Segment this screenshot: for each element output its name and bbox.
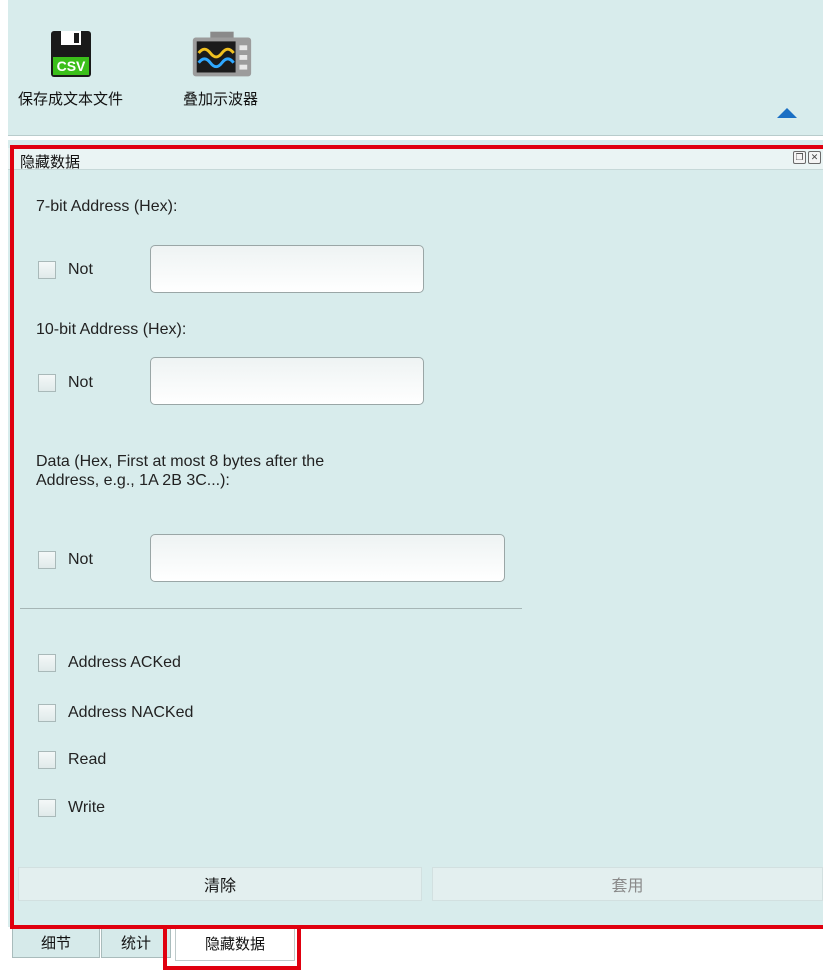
address-acked-label: Address ACKed <box>68 654 181 671</box>
clear-button[interactable]: 清除 <box>18 867 422 901</box>
addr10-not-label: Not <box>68 374 93 391</box>
tab-details[interactable]: 细节 <box>12 927 100 958</box>
separator <box>20 608 522 609</box>
addr10-not-checkbox-box[interactable] <box>38 374 56 392</box>
hidden-data-panel: 隐藏数据 ❐ ✕ 7-bit Address (Hex): Not 10-bit… <box>8 140 823 929</box>
floppy-csv-icon: CSV <box>37 22 105 88</box>
read-checkbox-box[interactable] <box>38 751 56 769</box>
float-panel-icon[interactable]: ❐ <box>793 151 806 164</box>
oscilloscope-icon <box>187 22 255 88</box>
overlay-oscilloscope-button[interactable]: 叠加示波器 <box>183 22 258 109</box>
tab-hidden-data[interactable]: 隐藏数据 <box>175 927 295 961</box>
svg-text:CSV: CSV <box>56 58 85 74</box>
action-bar: 清除 套用 <box>8 862 823 902</box>
data-label: Data (Hex, First at most 8 bytes after t… <box>36 452 324 490</box>
read-checkbox[interactable]: Read <box>38 751 106 769</box>
apply-button[interactable]: 套用 <box>432 867 823 901</box>
address-nacked-checkbox-box[interactable] <box>38 704 56 722</box>
address-acked-checkbox-box[interactable] <box>38 654 56 672</box>
data-label-line2: Address, e.g., 1A 2B 3C...): <box>36 472 230 489</box>
save-as-text-file-label: 保存成文本文件 <box>18 91 124 108</box>
data-not-checkbox[interactable]: Not <box>38 551 93 569</box>
addr7-not-label: Not <box>68 261 93 278</box>
addr10-input[interactable] <box>150 357 424 405</box>
write-label: Write <box>68 799 106 816</box>
toolbar: CSV 保存成文本文件 叠加示波器 <box>8 0 823 136</box>
addr7-not-checkbox[interactable]: Not <box>38 261 93 279</box>
collapse-toolbar-arrow-icon[interactable] <box>777 108 797 118</box>
tab-statistics[interactable]: 统计 <box>101 927 171 958</box>
addr7-label: 7-bit Address (Hex): <box>36 198 178 215</box>
addr10-label: 10-bit Address (Hex): <box>36 321 187 338</box>
address-nacked-label: Address NACKed <box>68 704 194 721</box>
write-checkbox[interactable]: Write <box>38 799 105 817</box>
panel-header: 隐藏数据 ❐ ✕ <box>8 148 823 171</box>
save-as-text-file-button[interactable]: CSV 保存成文本文件 <box>18 22 123 109</box>
close-panel-icon[interactable]: ✕ <box>808 151 821 164</box>
address-nacked-checkbox[interactable]: Address NACKed <box>38 704 193 722</box>
tab-bar: 细节 统计 隐藏数据 <box>8 927 823 974</box>
data-input[interactable] <box>150 534 505 582</box>
data-not-label: Not <box>68 551 93 568</box>
read-label: Read <box>68 751 107 768</box>
addr7-not-checkbox-box[interactable] <box>38 261 56 279</box>
write-checkbox-box[interactable] <box>38 799 56 817</box>
overlay-oscilloscope-label: 叠加示波器 <box>183 91 259 108</box>
addr10-not-checkbox[interactable]: Not <box>38 374 93 392</box>
panel-header-icons: ❐ ✕ <box>793 151 821 164</box>
data-label-line1: Data (Hex, First at most 8 bytes after t… <box>36 453 325 470</box>
panel-title: 隐藏数据 <box>20 154 81 171</box>
data-not-checkbox-box[interactable] <box>38 551 56 569</box>
addr7-input[interactable] <box>150 245 424 293</box>
address-acked-checkbox[interactable]: Address ACKed <box>38 654 181 672</box>
